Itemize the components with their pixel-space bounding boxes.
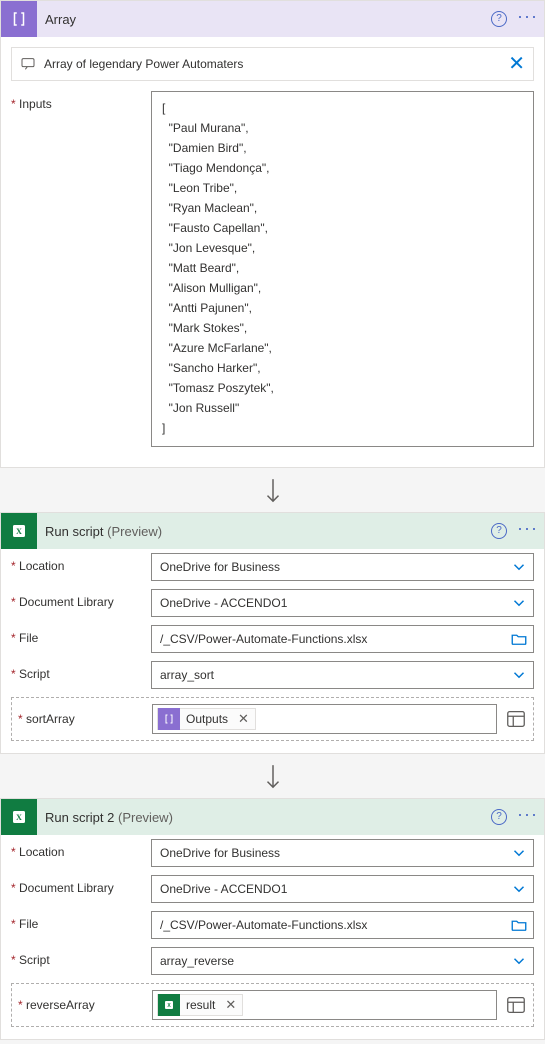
script-select[interactable]: array_sort bbox=[151, 661, 534, 689]
action-card-run-script-2: X Run script 2 (Preview) ? ··· Location … bbox=[0, 798, 545, 1040]
script-select[interactable]: array_reverse bbox=[151, 947, 534, 975]
location-select[interactable]: OneDrive for Business bbox=[151, 553, 534, 581]
more-icon[interactable]: ··· bbox=[517, 10, 538, 28]
inputs-textarea[interactable]: [ "Paul Murana", "Damien Bird", "Tiago M… bbox=[151, 91, 534, 447]
inputs-label: Inputs bbox=[11, 91, 151, 111]
more-icon[interactable]: ··· bbox=[517, 808, 538, 826]
reversearray-label: reverseArray bbox=[18, 998, 152, 1012]
action-card-array: Array ? ··· Array of legendary Power Aut… bbox=[0, 0, 545, 468]
file-label: File bbox=[11, 911, 151, 931]
data-operation-icon bbox=[1, 1, 37, 37]
card-header[interactable]: Array ? ··· bbox=[1, 1, 544, 37]
library-label: Document Library bbox=[11, 875, 151, 895]
script-label: Script bbox=[11, 947, 151, 967]
token-result[interactable]: X result ✕ bbox=[157, 994, 243, 1016]
param-block: reverseArray X result ✕ bbox=[11, 983, 534, 1027]
folder-icon[interactable] bbox=[510, 916, 528, 934]
comment-row: Array of legendary Power Automaters ✕ bbox=[11, 47, 534, 81]
excel-icon: X bbox=[1, 799, 37, 835]
script-label: Script bbox=[11, 661, 151, 681]
action-card-run-script-1: X Run script (Preview) ? ··· Location On… bbox=[0, 512, 545, 754]
card-title: Array bbox=[45, 12, 483, 27]
excel-icon: X bbox=[158, 994, 180, 1016]
svg-text:X: X bbox=[16, 813, 22, 822]
location-label: Location bbox=[11, 553, 151, 573]
excel-icon: X bbox=[1, 513, 37, 549]
file-input[interactable]: /_CSV/Power-Automate-Functions.xlsx bbox=[151, 911, 534, 939]
location-label: Location bbox=[11, 839, 151, 859]
library-label: Document Library bbox=[11, 589, 151, 609]
sortarray-label: sortArray bbox=[18, 712, 152, 726]
sortarray-input[interactable]: Outputs ✕ bbox=[152, 704, 497, 734]
folder-icon[interactable] bbox=[510, 630, 528, 648]
help-icon[interactable]: ? bbox=[491, 809, 507, 825]
comment-text: Array of legendary Power Automaters bbox=[44, 57, 508, 71]
close-icon[interactable]: ✕ bbox=[508, 54, 525, 74]
file-label: File bbox=[11, 625, 151, 645]
card-header[interactable]: X Run script 2 (Preview) ? ··· bbox=[1, 799, 544, 835]
library-select[interactable]: OneDrive - ACCENDO1 bbox=[151, 589, 534, 617]
data-operation-icon bbox=[158, 708, 180, 730]
dynamic-content-icon[interactable] bbox=[505, 994, 527, 1016]
file-input[interactable]: /_CSV/Power-Automate-Functions.xlsx bbox=[151, 625, 534, 653]
card-header[interactable]: X Run script (Preview) ? ··· bbox=[1, 513, 544, 549]
token-remove-icon[interactable]: ✕ bbox=[221, 997, 240, 1013]
location-select[interactable]: OneDrive for Business bbox=[151, 839, 534, 867]
param-block: sortArray Outputs ✕ bbox=[11, 697, 534, 741]
token-outputs[interactable]: Outputs ✕ bbox=[157, 708, 256, 730]
more-icon[interactable]: ··· bbox=[517, 522, 538, 540]
help-icon[interactable]: ? bbox=[491, 11, 507, 27]
library-select[interactable]: OneDrive - ACCENDO1 bbox=[151, 875, 534, 903]
reversearray-input[interactable]: X result ✕ bbox=[152, 990, 497, 1020]
help-icon[interactable]: ? bbox=[491, 523, 507, 539]
connector-arrow bbox=[0, 472, 545, 512]
connector-arrow bbox=[0, 758, 545, 798]
svg-text:X: X bbox=[16, 527, 22, 536]
card-title: Run script (Preview) bbox=[45, 524, 483, 539]
token-remove-icon[interactable]: ✕ bbox=[234, 711, 253, 727]
card-title: Run script 2 (Preview) bbox=[45, 810, 483, 825]
comment-icon bbox=[20, 56, 36, 72]
dynamic-content-icon[interactable] bbox=[505, 708, 527, 730]
